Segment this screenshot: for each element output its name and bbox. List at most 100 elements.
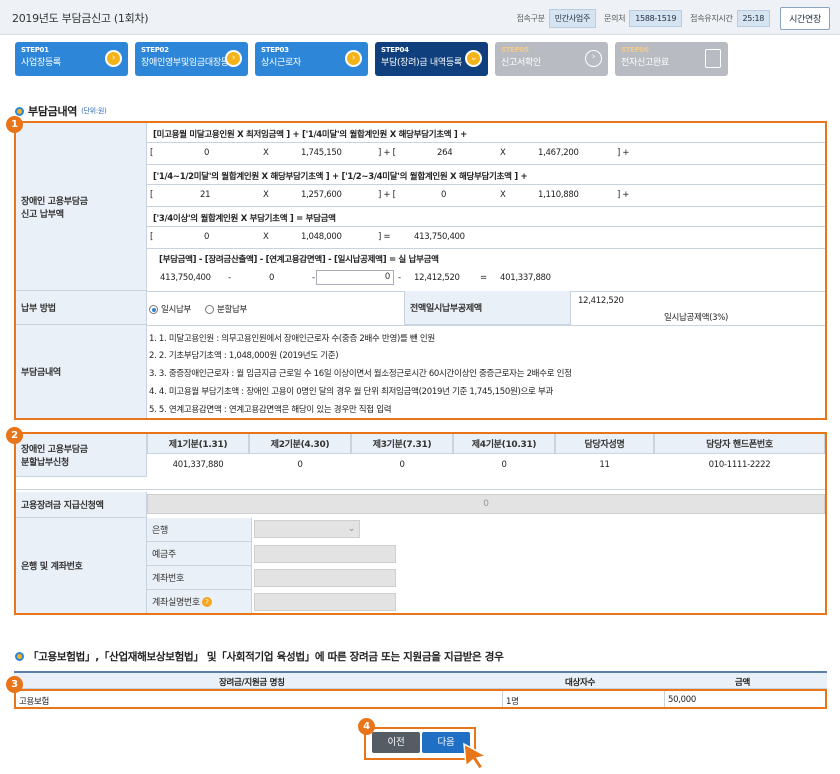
deduction-value: 12,412,520 [578, 296, 624, 306]
divider [147, 184, 825, 185]
account-verify-label: 계좌실명번호? [147, 590, 252, 613]
step-navigation: STEP01 사업장등록 › STEP02 장애인영부및임금대장등록 › STEP03 상… [15, 42, 728, 76]
info-label: 접속유지시간 [690, 14, 733, 23]
installment-value: 010-1111-2222 [708, 460, 771, 470]
subsidy-field: 0 [147, 494, 825, 514]
r2-x: X [263, 190, 269, 200]
bank-select[interactable]: ⌄ [254, 520, 360, 538]
step-4-current[interactable]: STEP04 부담(장려)금 내역등록 ⌄ [375, 42, 488, 76]
cell-amount: 50,000 [668, 695, 696, 705]
badge-3: 3 [6, 676, 23, 693]
help-icon[interactable]: ? [201, 596, 212, 607]
info-label: 문의처 [604, 14, 626, 23]
bank-row-label: 은행 [147, 518, 252, 542]
subsidy-table-header: 장려금/지원금 명칭 대상자수 금액 [14, 671, 827, 689]
col-header: 장려금/지원금 명칭 [219, 678, 285, 688]
r1-x: X [500, 148, 506, 158]
notes-label: 부담금내역 [16, 325, 147, 418]
r3-total: 413,750,400 [414, 232, 465, 242]
account-number-label: 계좌번호 [147, 566, 252, 590]
burden-details-panel: 장애인 고용부담금 신고 납부액 [미고용월 미달고용인원 X 최저임금액 ] … [14, 121, 827, 420]
r4-total: 401,337,880 [500, 273, 551, 283]
formula-2: ['1/4~1/2미달'의 월합계인원 X 해당부담기초액 ] + ['1/2~… [153, 172, 528, 182]
r1-value: 1,745,150 [301, 148, 342, 158]
installment-value: 0 [501, 460, 507, 470]
cursor-pointer-icon [463, 742, 489, 770]
r4-value: 0 [269, 273, 275, 283]
section-title-text: 「고용보험법」,「산업재해보상보험법」 및「사회적기업 육성법」에 따른 장려금… [28, 651, 504, 663]
info-value: 1588-1519 [629, 10, 683, 27]
deduction-label: 전액일시납부공제액 [404, 291, 571, 325]
installment-bank-panel: 장애인 고용부담금 분할납부신청 제1기분(1.31) 401,337,880 제2… [14, 432, 827, 615]
radio-lump-sum[interactable]: 일시납부 [149, 303, 191, 315]
account-number-input[interactable] [254, 569, 396, 587]
r1-bracket: [ [150, 148, 154, 158]
r4-op: - [228, 273, 231, 283]
r3-x: X [263, 232, 269, 242]
installment-value: 0 [297, 460, 303, 470]
r3-equal: ] = [378, 232, 391, 242]
r4-value: 413,750,400 [160, 273, 211, 283]
r2-value: 0 [441, 190, 447, 200]
account-verify-input[interactable] [254, 593, 396, 611]
chevron-right-icon: › [225, 50, 242, 67]
step-2[interactable]: STEP02 장애인영부및임금대장등록 › [135, 42, 248, 76]
radio-selected-icon [149, 305, 158, 314]
document-icon [705, 49, 721, 68]
extend-time-button[interactable]: 시간연장 [780, 7, 830, 30]
formula-3: ['3/4이상'의 월합계인원 X 부담기초액 ] = 부담금액 [153, 214, 336, 224]
cell-count: 1명 [506, 697, 519, 707]
installment-header: 제3기분(7.31) [351, 434, 453, 454]
r2-bracket: [ [150, 190, 154, 200]
section-title: 부담금내역 (단위:원) [15, 103, 107, 119]
formula-1: [미고용월 미달고용인원 X 최저임금액 ] + ['1/4미달'의 월합계인원… [153, 130, 467, 140]
r1-bracket: ] + [ [378, 148, 396, 158]
r2-value: 21 [200, 190, 211, 200]
r3-bracket: [ [150, 232, 154, 242]
chevron-down-icon: ⌄ [465, 50, 482, 67]
divider [147, 206, 825, 207]
r4-op: = [480, 273, 487, 283]
r1-value: 0 [204, 148, 210, 158]
r2-value: 1,110,880 [538, 190, 579, 200]
r2-bracket: ] + [ [378, 190, 396, 200]
r4-op: - [312, 273, 315, 283]
table-row: 고용보험 1명 50,000 [14, 689, 827, 709]
page-title: 2019년도 부담금신고 (1회차) [12, 12, 149, 25]
note-item: 1. 1. 미달고용인원 : 의무고용인원에서 장애인근로자 수(중증 2배수 … [149, 334, 435, 344]
deduction-note: 일시납공제액(3%) [664, 313, 729, 323]
account-holder-input[interactable] [254, 545, 396, 563]
bullet-icon [15, 106, 24, 116]
account-holder-label: 예금주 [147, 542, 252, 566]
installment-header: 제4기분(10.31) [453, 434, 555, 454]
divider [147, 164, 825, 165]
divider [502, 691, 503, 707]
section-title-2: 「고용보험법」,「산업재해보상보험법」 및「사회적기업 육성법」에 따른 장려금… [15, 649, 504, 664]
note-item: 3. 3. 중증장애인근로자 : 월 임금지급 근로일 수 16일 이상이면서 … [149, 369, 572, 379]
r1-value: 1,467,200 [538, 148, 579, 158]
installment-header: 제2기분(4.30) [249, 434, 351, 454]
prev-button[interactable]: 이전 [372, 732, 420, 753]
radio-icon [205, 305, 214, 314]
installment-header: 담당자성명 [555, 434, 654, 454]
r4-value: 12,412,520 [414, 273, 460, 283]
step-5: STEP05 신고서확인 › [495, 42, 608, 76]
badge-1: 1 [6, 116, 23, 133]
divider [147, 226, 825, 227]
badge-2: 2 [6, 427, 23, 444]
divider [147, 142, 825, 143]
radio-installment[interactable]: 분할납부 [205, 303, 247, 315]
divider [664, 691, 665, 707]
step-1[interactable]: STEP01 사업장등록 › [15, 42, 128, 76]
r4-op: - [398, 273, 401, 283]
r3-value: 0 [204, 232, 210, 242]
linked-employment-reduction-input[interactable]: 0 [316, 270, 394, 285]
note-item: 4. 4. 미고용월 부담기초액 : 장애인 고용이 0명인 달의 경우 월 단… [149, 387, 553, 397]
col-header: 대상자수 [565, 678, 596, 688]
step-3[interactable]: STEP03 상시근로자 › [255, 42, 368, 76]
r1-x: X [263, 148, 269, 158]
r1-bracket: ] + [617, 148, 630, 158]
account-verify-text: 계좌실명번호 [152, 598, 200, 608]
installment-label: 장애인 고용부담금 분할납부신청 [16, 434, 147, 477]
r3-value: 1,048,000 [301, 232, 342, 242]
